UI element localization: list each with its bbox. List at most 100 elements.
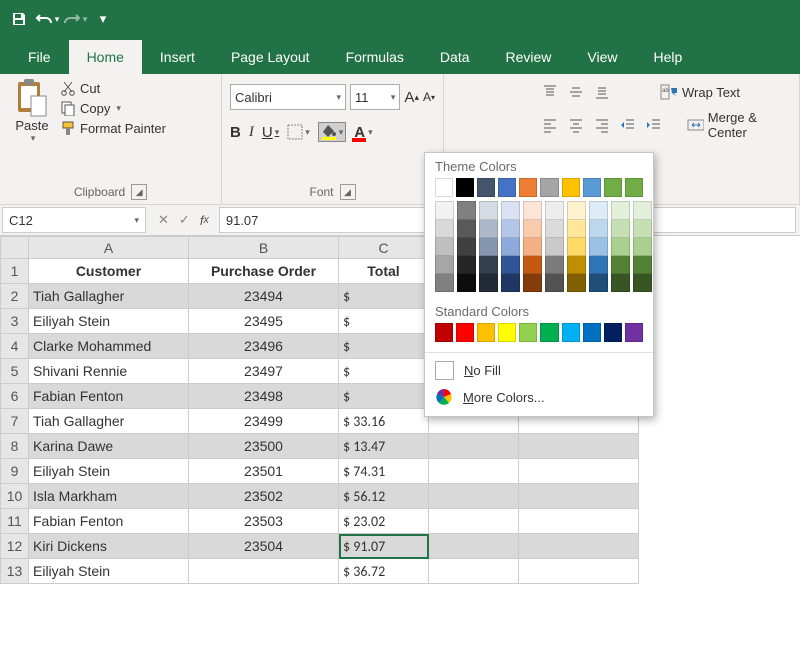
- theme-shade-swatch[interactable]: [523, 256, 542, 274]
- theme-shade-swatch[interactable]: [523, 238, 542, 256]
- theme-shade-swatch[interactable]: [457, 238, 476, 256]
- theme-shade-swatch[interactable]: [501, 274, 520, 292]
- insert-function-button[interactable]: fx: [200, 213, 209, 228]
- align-left-button[interactable]: [542, 117, 558, 133]
- cell[interactable]: [429, 534, 519, 559]
- cell[interactable]: $: [339, 384, 429, 409]
- cell[interactable]: $ 56.12: [339, 484, 429, 509]
- theme-swatch[interactable]: [435, 178, 453, 197]
- paste-button[interactable]: Paste ▾: [8, 78, 56, 144]
- cell[interactable]: [519, 509, 639, 534]
- save-button[interactable]: [6, 6, 32, 32]
- theme-swatch[interactable]: [456, 178, 474, 197]
- standard-swatch[interactable]: [456, 323, 474, 342]
- cell[interactable]: [429, 434, 519, 459]
- tab-review[interactable]: Review: [488, 40, 570, 74]
- cell[interactable]: Purchase Order: [189, 259, 339, 284]
- theme-shade-swatch[interactable]: [567, 274, 586, 292]
- theme-shade-swatch[interactable]: [545, 274, 564, 292]
- theme-swatch[interactable]: [625, 178, 643, 197]
- theme-shade-swatch[interactable]: [501, 238, 520, 256]
- tab-page-layout[interactable]: Page Layout: [213, 40, 328, 74]
- cut-button[interactable]: Cut: [60, 80, 166, 96]
- theme-shade-swatch[interactable]: [479, 274, 498, 292]
- cell[interactable]: $: [339, 309, 429, 334]
- theme-swatch[interactable]: [519, 178, 537, 197]
- align-bottom-button[interactable]: [594, 84, 610, 100]
- theme-shade-swatch[interactable]: [633, 238, 652, 256]
- cell[interactable]: $: [339, 284, 429, 309]
- theme-shade-swatch[interactable]: [479, 201, 498, 220]
- cell[interactable]: Tiah Gallagher: [29, 284, 189, 309]
- theme-shade-swatch[interactable]: [479, 238, 498, 256]
- standard-swatch[interactable]: [604, 323, 622, 342]
- row-header[interactable]: 7: [1, 409, 29, 434]
- row-header[interactable]: 12: [1, 534, 29, 559]
- theme-shade-swatch[interactable]: [589, 256, 608, 274]
- theme-shade-swatch[interactable]: [589, 220, 608, 238]
- theme-shade-swatch[interactable]: [545, 238, 564, 256]
- cell[interactable]: 23500: [189, 434, 339, 459]
- theme-shade-swatch[interactable]: [435, 238, 454, 256]
- theme-shade-swatch[interactable]: [435, 256, 454, 274]
- increase-font-button[interactable]: A▴: [404, 89, 419, 106]
- row-header[interactable]: 6: [1, 384, 29, 409]
- theme-shade-swatch[interactable]: [457, 274, 476, 292]
- cell[interactable]: 23497: [189, 359, 339, 384]
- cell[interactable]: [189, 559, 339, 584]
- theme-shade-swatch[interactable]: [633, 256, 652, 274]
- cell[interactable]: $ 91.07: [339, 534, 429, 559]
- italic-button[interactable]: I: [249, 124, 254, 141]
- theme-shade-swatch[interactable]: [457, 220, 476, 238]
- cell[interactable]: Kiri Dickens: [29, 534, 189, 559]
- redo-button[interactable]: ▾: [62, 6, 88, 32]
- cell[interactable]: [429, 559, 519, 584]
- theme-shade-swatch[interactable]: [457, 256, 476, 274]
- cell[interactable]: $ 13.47: [339, 434, 429, 459]
- cell[interactable]: Fabian Fenton: [29, 384, 189, 409]
- row-header[interactable]: 13: [1, 559, 29, 584]
- theme-shade-swatch[interactable]: [523, 201, 542, 220]
- align-middle-button[interactable]: [568, 84, 584, 100]
- font-dialog-launcher[interactable]: ◢: [340, 184, 356, 200]
- copy-button[interactable]: Copy▾: [60, 100, 166, 116]
- format-painter-button[interactable]: Format Painter: [60, 120, 166, 136]
- column-header[interactable]: C: [339, 237, 429, 259]
- tab-file[interactable]: File: [10, 40, 69, 74]
- theme-shade-swatch[interactable]: [567, 201, 586, 220]
- row-header[interactable]: 2: [1, 284, 29, 309]
- cell[interactable]: [429, 509, 519, 534]
- undo-button[interactable]: ▾: [34, 6, 60, 32]
- theme-shade-swatch[interactable]: [633, 201, 652, 220]
- theme-shade-swatch[interactable]: [567, 256, 586, 274]
- cell[interactable]: Fabian Fenton: [29, 509, 189, 534]
- cell[interactable]: $: [339, 359, 429, 384]
- decrease-font-button[interactable]: A▾: [423, 90, 435, 104]
- align-top-button[interactable]: [542, 84, 558, 100]
- increase-indent-button[interactable]: [646, 117, 662, 133]
- cell[interactable]: Isla Markham: [29, 484, 189, 509]
- cell[interactable]: Tiah Gallagher: [29, 409, 189, 434]
- font-color-button[interactable]: A▾: [354, 122, 372, 142]
- cell[interactable]: 23503: [189, 509, 339, 534]
- cell[interactable]: 23502: [189, 484, 339, 509]
- standard-swatch[interactable]: [540, 323, 558, 342]
- theme-shade-swatch[interactable]: [611, 220, 630, 238]
- cell[interactable]: Shivani Rennie: [29, 359, 189, 384]
- cell[interactable]: 23494: [189, 284, 339, 309]
- theme-shade-swatch[interactable]: [633, 274, 652, 292]
- borders-button[interactable]: ▾: [287, 124, 310, 140]
- theme-shade-swatch[interactable]: [435, 274, 454, 292]
- theme-shade-swatch[interactable]: [589, 274, 608, 292]
- tab-data[interactable]: Data: [422, 40, 488, 74]
- theme-shade-swatch[interactable]: [611, 238, 630, 256]
- theme-swatch[interactable]: [583, 178, 601, 197]
- cell[interactable]: $ 23.02: [339, 509, 429, 534]
- align-center-button[interactable]: [568, 117, 584, 133]
- cell[interactable]: $ 36.72: [339, 559, 429, 584]
- tab-home[interactable]: Home: [69, 40, 142, 74]
- column-header[interactable]: B: [189, 237, 339, 259]
- theme-swatch[interactable]: [604, 178, 622, 197]
- theme-shade-swatch[interactable]: [567, 238, 586, 256]
- theme-shade-swatch[interactable]: [611, 201, 630, 220]
